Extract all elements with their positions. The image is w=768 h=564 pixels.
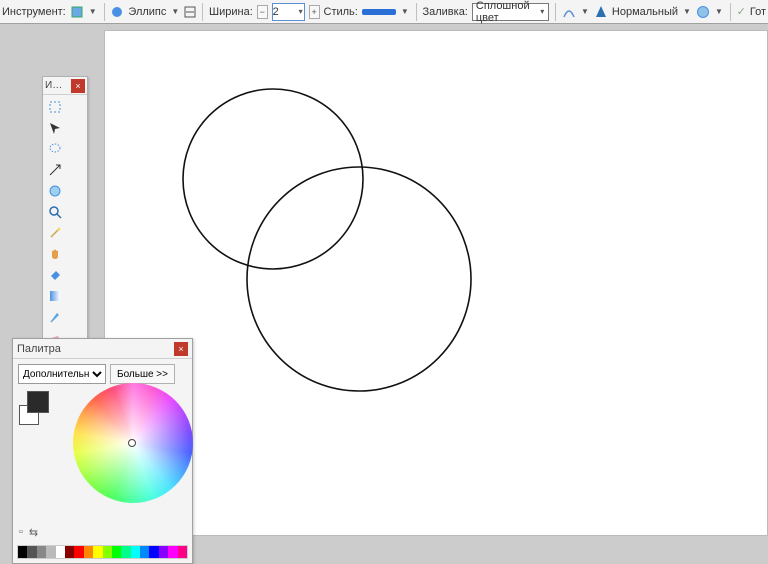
chevron-down-icon[interactable]: ▼: [400, 7, 410, 16]
opacity-icon[interactable]: [696, 4, 710, 20]
stroke-style-swatch[interactable]: [362, 9, 396, 15]
close-icon[interactable]: ×: [71, 79, 85, 93]
width-value: 2: [273, 6, 279, 18]
palette-mini-icons: ▫ ⇆: [19, 526, 38, 539]
chevron-down-icon[interactable]: ▼: [682, 7, 692, 16]
width-plus-button[interactable]: +: [309, 5, 320, 19]
separator: [104, 3, 105, 21]
arrow-tool-icon[interactable]: [45, 160, 65, 180]
palette-more-button[interactable]: Больше >>: [110, 364, 175, 384]
color-swatch[interactable]: [112, 546, 121, 558]
color-swatch[interactable]: [93, 546, 102, 558]
color-wheel-area: ▫ ⇆: [13, 387, 192, 543]
chevron-down-icon[interactable]: ▼: [88, 7, 98, 16]
ellipse-shape-2[interactable]: [247, 167, 471, 391]
color-swatch[interactable]: [103, 546, 112, 558]
paint-mode-icon[interactable]: [594, 4, 608, 20]
rect-select-tool-icon[interactable]: [45, 97, 65, 117]
color-swatch[interactable]: [159, 546, 168, 558]
lasso-tool-icon[interactable]: [45, 139, 65, 159]
separator: [730, 3, 731, 21]
separator: [555, 3, 556, 21]
swap-colors-icon[interactable]: ⇆: [29, 526, 38, 539]
color-swatch[interactable]: [168, 546, 177, 558]
chevron-down-icon[interactable]: ▼: [580, 7, 590, 16]
color-swatch[interactable]: [84, 546, 93, 558]
tool-current-icon[interactable]: [70, 4, 84, 20]
color-swatch[interactable]: [37, 546, 46, 558]
tools-titlebar[interactable]: И… ×: [43, 77, 87, 95]
style-label: Стиль:: [324, 6, 358, 18]
color-swatch[interactable]: [74, 546, 83, 558]
palette-titlebar[interactable]: Палитра ×: [13, 339, 192, 359]
move-tool-icon[interactable]: [45, 118, 65, 138]
brush-tool-icon[interactable]: [45, 307, 65, 327]
ellipse-shape-1[interactable]: [183, 89, 363, 269]
width-label: Ширина:: [209, 6, 253, 18]
chevron-down-icon[interactable]: ▼: [714, 7, 724, 16]
ellipse-icon[interactable]: [110, 4, 124, 20]
tools-title: И…: [45, 80, 62, 91]
fill-label: Заливка:: [422, 6, 467, 18]
fill-value: Сплошной цвет: [476, 0, 539, 24]
options-bar: Инструмент: ▼ Эллипс ▼ Ширина: − 2▾ + Ст…: [0, 0, 768, 24]
canvas[interactable]: [104, 30, 768, 536]
color-swatches-row: [17, 545, 188, 559]
palette-title: Палитра: [17, 343, 61, 355]
gradient-tool-icon[interactable]: [45, 286, 65, 306]
hand-tool-icon[interactable]: [45, 244, 65, 264]
color-swatch[interactable]: [18, 546, 27, 558]
workspace: И… × T ʃ: [0, 24, 768, 536]
palette-controls-row: Дополнительн… Больше >>: [13, 359, 192, 387]
ellipse-tool-icon[interactable]: [45, 181, 65, 201]
color-swatch[interactable]: [140, 546, 149, 558]
width-input[interactable]: 2▾: [272, 3, 305, 21]
foreground-color-swatch[interactable]: [27, 391, 49, 413]
ready-label: Гот: [750, 6, 766, 18]
palette-mode-select[interactable]: Дополнительн…: [18, 364, 106, 384]
curve-icon[interactable]: [562, 4, 576, 20]
drawing: [105, 31, 765, 531]
chevron-down-icon[interactable]: ▾: [298, 7, 304, 16]
separator: [416, 3, 417, 21]
color-swatch[interactable]: [131, 546, 140, 558]
color-swatch[interactable]: [46, 546, 55, 558]
palette-panel: Палитра × Дополнительн… Больше >> ▫ ⇆: [12, 338, 193, 564]
fg-bg-swatch[interactable]: [19, 391, 53, 425]
close-icon[interactable]: ×: [174, 342, 188, 356]
bucket-tool-icon[interactable]: [45, 265, 65, 285]
zoom-tool-icon[interactable]: [45, 202, 65, 222]
chevron-down-icon: ▾: [539, 7, 545, 16]
color-swatch[interactable]: [65, 546, 74, 558]
color-swatch[interactable]: [56, 546, 65, 558]
color-swatch[interactable]: [149, 546, 158, 558]
shape-options-icon[interactable]: [184, 4, 196, 20]
color-swatch[interactable]: [27, 546, 36, 558]
color-picker-marker[interactable]: [128, 439, 136, 447]
add-swatch-icon[interactable]: ▫: [19, 526, 23, 539]
separator: [202, 3, 203, 21]
blend-mode-label[interactable]: Нормальный: [612, 6, 678, 18]
color-swatch[interactable]: [178, 546, 187, 558]
color-swatch[interactable]: [121, 546, 130, 558]
wand-tool-icon[interactable]: [45, 223, 65, 243]
width-minus-button[interactable]: −: [257, 5, 268, 19]
tool-label: Инструмент:: [2, 6, 66, 18]
chevron-down-icon[interactable]: ▼: [170, 7, 180, 16]
fill-select[interactable]: Сплошной цвет▾: [472, 3, 549, 21]
check-icon: ✓: [737, 5, 746, 18]
shape-name: Эллипс: [128, 6, 166, 18]
